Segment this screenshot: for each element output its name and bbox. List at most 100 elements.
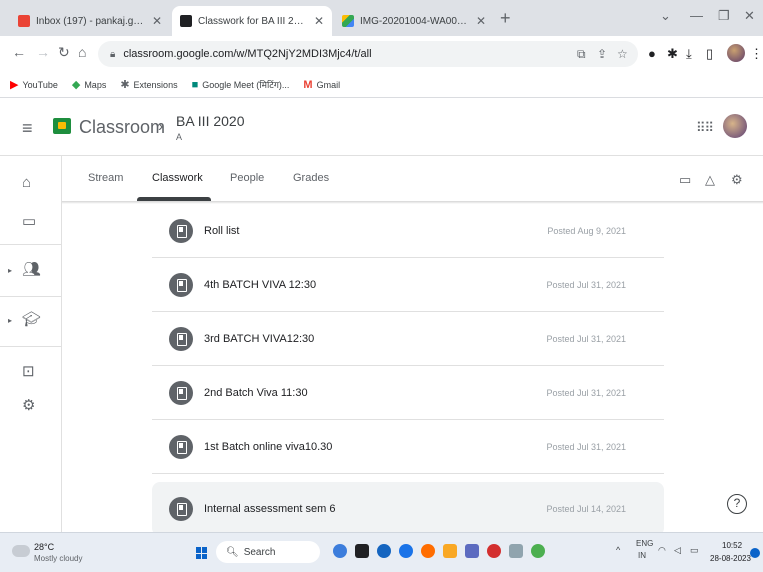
class-settings-icon[interactable]: ⚙ [731, 172, 743, 188]
opera-icon[interactable] [487, 544, 501, 558]
bookmark-label: Extensions [133, 79, 178, 90]
install-app-icon[interactable]: ⧉ [577, 47, 586, 62]
home-icon[interactable]: ⌂ [22, 174, 31, 191]
list-item[interactable]: 3rd BATCH VIVA12:30 Posted Jul 31, 2021 [152, 312, 664, 366]
address-bar[interactable]: 🔒︎ classroom.google.com/w/MTQ2NjY2MDI3Mj… [98, 41, 638, 67]
chevron-right-icon: › [158, 118, 164, 135]
left-navigation-rail: ⌂ ▭ ▸ 👥︎ ▸ 🎓︎ ⊡ ⚙ [0, 156, 62, 532]
app-icon[interactable] [509, 544, 523, 558]
clock-date[interactable]: 28-08-2023 [710, 554, 751, 563]
side-panel-icon[interactable]: ▯ [706, 46, 713, 62]
material-icon [169, 326, 193, 351]
bookmark-star-icon[interactable]: ☆ [617, 47, 628, 61]
bookmark-label: Gmail [316, 79, 341, 90]
bookmark-maps[interactable]: ◆ Maps [72, 78, 106, 91]
back-icon[interactable]: ← [12, 44, 26, 60]
forward-icon[interactable]: → [36, 44, 50, 60]
task-view-icon[interactable] [355, 544, 369, 558]
google-calendar-icon[interactable]: ▭ [679, 172, 691, 188]
notification-badge[interactable] [750, 548, 760, 558]
tab-search-icon[interactable]: ⌄ [660, 8, 671, 24]
windows-start-icon[interactable] [196, 547, 208, 559]
lock-icon[interactable]: 🔒︎ [110, 49, 115, 60]
material-title[interactable]: 1st Batch online viva10.30 [204, 441, 332, 453]
main-menu-icon[interactable]: ≡ [22, 118, 33, 139]
clock-time[interactable]: 10:52 [722, 541, 742, 550]
extension-icon[interactable]: ● [648, 46, 656, 61]
list-item[interactable]: Roll list Posted Aug 9, 2021 [152, 204, 664, 258]
language-indicator-top[interactable]: ENG [636, 539, 653, 548]
list-item[interactable]: 4th BATCH VIVA 12:30 Posted Jul 31, 2021 [152, 258, 664, 312]
bookmark-extensions[interactable]: ✱ Extensions [120, 78, 177, 91]
reload-icon[interactable]: ↻ [58, 44, 70, 61]
home-icon[interactable]: ⌂ [78, 44, 86, 60]
google-apps-icon[interactable]: ⠿⠿ [696, 120, 714, 136]
google-drive-icon[interactable]: △ [705, 172, 715, 188]
volume-icon[interactable]: ◁ [674, 545, 681, 556]
tab-grades[interactable]: Grades [293, 172, 329, 184]
settings-gear-icon[interactable]: ⚙ [22, 396, 35, 414]
help-icon[interactable]: ? [727, 494, 747, 514]
bookmark-youtube[interactable]: ▶ YouTube [10, 78, 58, 91]
download-icon[interactable]: ⤓ [686, 46, 692, 62]
close-tab-icon[interactable]: ✕ [476, 14, 486, 28]
cloud-weather-icon[interactable] [12, 545, 30, 557]
chrome-icon[interactable] [399, 544, 413, 558]
bookmark-google-meet[interactable]: ■ Google Meet (मिटिंग)... [192, 78, 290, 91]
youtube-icon: ▶ [10, 79, 19, 91]
tab-classwork[interactable]: Classwork [152, 172, 203, 184]
expand-caret-icon[interactable]: ▸ [8, 266, 12, 275]
tab-people[interactable]: People [230, 172, 264, 184]
weather-temperature[interactable]: 28°C [34, 542, 54, 552]
copilot-icon[interactable] [333, 544, 347, 558]
language-indicator-bottom[interactable]: IN [638, 551, 646, 560]
tab-stream[interactable]: Stream [88, 172, 123, 184]
list-item[interactable]: 2nd Batch Viva 11:30 Posted Jul 31, 2021 [152, 366, 664, 420]
classroom-logo-icon[interactable] [53, 118, 71, 134]
bookmark-label: YouTube [22, 79, 58, 90]
edge-icon[interactable] [377, 544, 391, 558]
app-name[interactable]: Classroom [79, 117, 165, 138]
browser-tab-classwork[interactable]: Classwork for BA III 2020 A ✕ [172, 6, 332, 36]
meet-icon: ■ [191, 78, 199, 91]
browser-tab-drive-image[interactable]: IMG-20201004-WA0005.jpg - Goo ✕ [334, 6, 494, 36]
course-title[interactable]: BA III 2020 [176, 113, 245, 129]
enrolled-classes-icon[interactable]: 🎓︎ [22, 310, 41, 328]
material-title[interactable]: 4th BATCH VIVA 12:30 [204, 279, 316, 291]
list-item[interactable]: 1st Batch online viva10.30 Posted Jul 31… [152, 420, 664, 474]
taskbar-search[interactable]: 🔍︎ Search [216, 541, 320, 563]
restore-icon[interactable]: ❐ [718, 8, 730, 24]
share-icon[interactable]: ⇪ [597, 47, 607, 61]
store-icon[interactable] [465, 544, 479, 558]
material-title[interactable]: Roll list [204, 225, 239, 237]
material-title[interactable]: 2nd Batch Viva 11:30 [204, 387, 308, 399]
firefox-icon[interactable] [421, 544, 435, 558]
calendar-icon[interactable]: ▭ [22, 212, 36, 230]
chrome-menu-icon[interactable]: ⋮ [750, 46, 763, 62]
minimize-icon[interactable]: — [690, 8, 703, 23]
material-title[interactable]: 3rd BATCH VIVA12:30 [204, 333, 314, 345]
material-icon [169, 380, 193, 405]
archived-classes-icon[interactable]: ⊡ [22, 362, 35, 380]
extensions-puzzle-icon[interactable]: ✱ [667, 46, 678, 62]
account-avatar[interactable] [723, 114, 747, 138]
people-icon[interactable]: 👥︎ [22, 260, 41, 278]
close-tab-icon[interactable]: ✕ [152, 14, 162, 28]
chrome-profile-icon[interactable] [531, 544, 545, 558]
material-title[interactable]: Internal assessment sem 6 [204, 503, 335, 515]
rail-divider [0, 244, 62, 245]
browser-tab-gmail[interactable]: Inbox (197) - pankaj.g.dindokar550 ✕ [10, 6, 170, 36]
expand-caret-icon[interactable]: ▸ [8, 316, 12, 325]
browser-profile-avatar[interactable] [727, 44, 745, 62]
battery-icon[interactable]: ▭ [690, 545, 699, 556]
bookmark-gmail[interactable]: M Gmail [303, 79, 340, 91]
close-tab-icon[interactable]: ✕ [314, 14, 324, 28]
browser-tab-strip: Inbox (197) - pankaj.g.dindokar550 ✕ Cla… [0, 0, 763, 36]
wifi-icon[interactable]: ◠ [658, 545, 666, 556]
new-tab-icon[interactable]: + [500, 8, 511, 29]
weather-description[interactable]: Mostly cloudy [34, 554, 82, 563]
list-item[interactable]: Internal assessment sem 6 Posted Jul 14,… [152, 482, 664, 536]
tray-overflow-icon[interactable]: ^ [616, 545, 620, 555]
close-window-icon[interactable]: ✕ [744, 8, 755, 24]
file-explorer-icon[interactable] [443, 544, 457, 558]
